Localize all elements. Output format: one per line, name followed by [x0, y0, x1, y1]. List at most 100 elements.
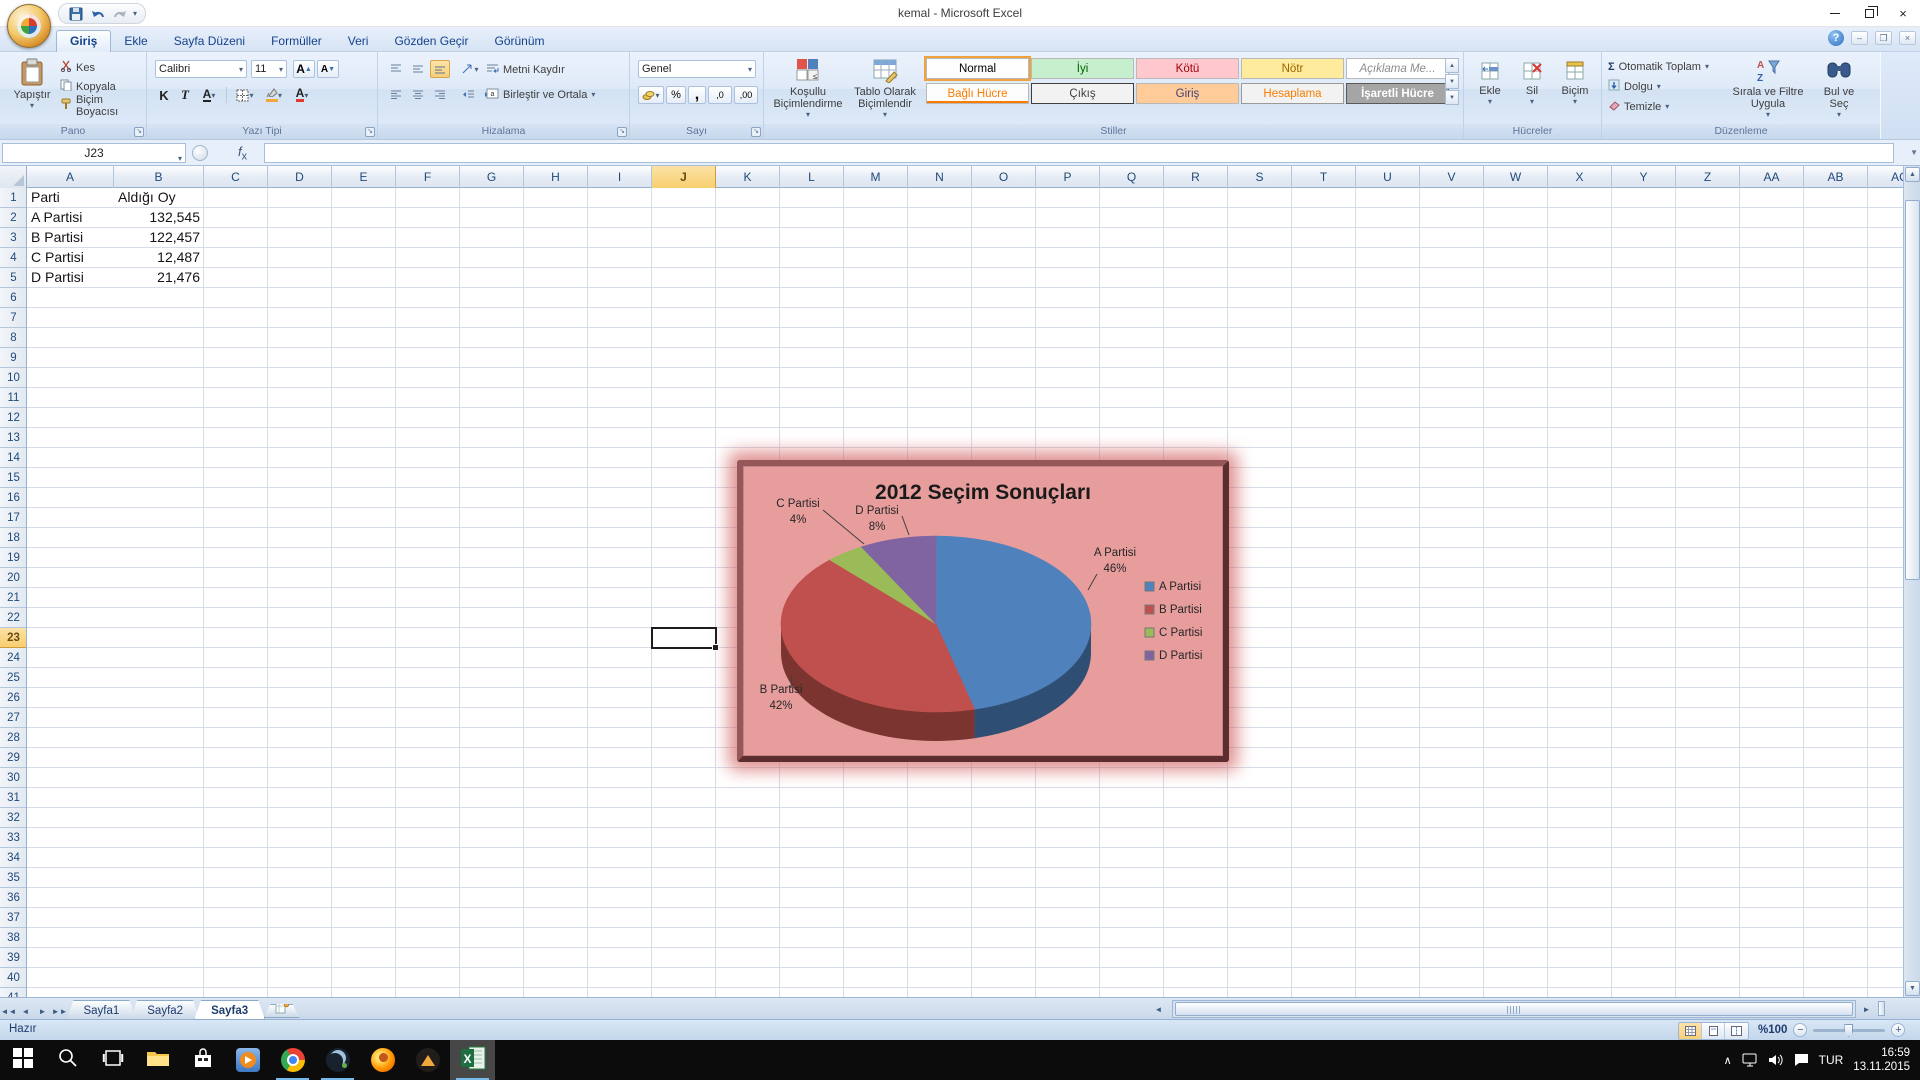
data-cell-A3[interactable]: B Partisi	[27, 228, 114, 248]
taskbar-icon-store[interactable]	[180, 1040, 225, 1080]
vertical-scroll-thumb[interactable]	[1905, 200, 1920, 580]
column-header-D[interactable]: D	[268, 166, 332, 188]
column-header-C[interactable]: C	[204, 166, 268, 188]
borders-button[interactable]: ▾	[232, 86, 258, 104]
row-header-15[interactable]: 15	[0, 468, 27, 488]
column-header-N[interactable]: N	[908, 166, 972, 188]
column-header-Z[interactable]: Z	[1676, 166, 1740, 188]
cell-style-5[interactable]: Açıklama Me...	[1346, 58, 1449, 79]
comma-style-button[interactable]: ,	[688, 86, 706, 104]
language-indicator[interactable]: TUR	[1819, 1053, 1844, 1067]
align-bottom-button[interactable]	[430, 60, 450, 78]
row-header-37[interactable]: 37	[0, 908, 27, 928]
row-header-25[interactable]: 25	[0, 668, 27, 688]
last-sheet-button[interactable]: ►►	[51, 1003, 68, 1021]
hscroll-right-icon[interactable]: ►	[1858, 1000, 1875, 1018]
shrink-font-button[interactable]: A▼	[317, 60, 339, 78]
percent-style-button[interactable]: %	[666, 86, 686, 104]
insert-cells-button[interactable]: Ekle▾	[1470, 60, 1510, 106]
select-all-corner[interactable]	[0, 166, 27, 188]
row-header-6[interactable]: 6	[0, 288, 27, 308]
font-size-select[interactable]: 11▾	[251, 60, 287, 78]
selected-cell-J23[interactable]	[651, 627, 717, 649]
name-box[interactable]: J23▾	[2, 143, 186, 163]
column-header-K[interactable]: K	[716, 166, 780, 188]
grid-cells[interactable]: PartiAldığı OyA Partisi132,545B Partisi1…	[27, 188, 1920, 997]
restore-button[interactable]	[1852, 0, 1886, 27]
row-header-20[interactable]: 20	[0, 568, 27, 588]
sort-filter-button[interactable]: AZ Sırala ve Filtre Uygula▾	[1730, 57, 1806, 119]
taskbar-icon-excel[interactable]: X	[450, 1040, 495, 1080]
row-header-9[interactable]: 9	[0, 348, 27, 368]
taskbar-icon-firefox[interactable]	[360, 1040, 405, 1080]
column-header-M[interactable]: M	[844, 166, 908, 188]
row-header-31[interactable]: 31	[0, 788, 27, 808]
gallery-up-icon[interactable]: ▲	[1445, 58, 1459, 73]
cell-style-1[interactable]: Normal	[926, 58, 1029, 79]
yazi-tipi-dialog-launcher[interactable]: ↘	[365, 127, 375, 137]
data-cell-A2[interactable]: A Partisi	[27, 208, 114, 228]
row-header-26[interactable]: 26	[0, 688, 27, 708]
column-header-F[interactable]: F	[396, 166, 460, 188]
data-cell-A5[interactable]: D Partisi	[27, 268, 114, 288]
column-header-H[interactable]: H	[524, 166, 588, 188]
data-cell-B5[interactable]: 21,476	[114, 268, 204, 288]
row-header-14[interactable]: 14	[0, 448, 27, 468]
row-header-21[interactable]: 21	[0, 588, 27, 608]
volume-icon[interactable]	[1768, 1053, 1784, 1067]
column-header-J[interactable]: J	[652, 166, 716, 188]
cell-style-10[interactable]: İşaretli Hücre	[1346, 83, 1449, 104]
row-header-27[interactable]: 27	[0, 708, 27, 728]
row-header-36[interactable]: 36	[0, 888, 27, 908]
action-center-icon[interactable]	[1794, 1053, 1809, 1067]
column-header-AA[interactable]: AA	[1740, 166, 1804, 188]
column-header-E[interactable]: E	[332, 166, 396, 188]
row-header-38[interactable]: 38	[0, 928, 27, 948]
increase-decimal-button[interactable]: ,0	[708, 86, 732, 104]
network-icon[interactable]	[1742, 1053, 1758, 1067]
horizontal-scrollbar[interactable]	[1172, 1000, 1856, 1018]
row-header-32[interactable]: 32	[0, 808, 27, 828]
zoom-out-icon[interactable]: −	[1793, 1023, 1807, 1037]
zoom-level[interactable]: %100	[1758, 1024, 1787, 1036]
row-header-11[interactable]: 11	[0, 388, 27, 408]
taskbar-icon-search[interactable]	[45, 1040, 90, 1080]
cell-style-9[interactable]: Hesaplama	[1241, 83, 1344, 104]
row-header-35[interactable]: 35	[0, 868, 27, 888]
column-header-G[interactable]: G	[460, 166, 524, 188]
column-header-O[interactable]: O	[972, 166, 1036, 188]
align-left-button[interactable]	[386, 86, 406, 104]
align-right-button[interactable]	[430, 86, 450, 104]
conditional-formatting-button[interactable]: ≤ Koşullu Biçimlendirme▾	[772, 57, 844, 119]
format-cells-button[interactable]: Biçim▾	[1554, 60, 1596, 106]
help-icon[interactable]: ?	[1828, 30, 1844, 46]
zoom-slider-thumb[interactable]	[1844, 1024, 1853, 1037]
row-header-18[interactable]: 18	[0, 528, 27, 548]
column-header-I[interactable]: I	[588, 166, 652, 188]
orientation-button[interactable]: ▾	[458, 60, 482, 78]
taskbar-icon-file-explorer[interactable]	[135, 1040, 180, 1080]
gallery-more-icon[interactable]: ▼	[1445, 90, 1459, 105]
autosum-button[interactable]: ΣOtomatik Toplam▾	[1608, 58, 1709, 75]
row-header-19[interactable]: 19	[0, 548, 27, 568]
hizalama-dialog-launcher[interactable]: ↘	[617, 127, 627, 137]
wrap-text-button[interactable]: Metni Kaydır	[486, 61, 565, 78]
ribbon-tab-formüller[interactable]: Formüller	[258, 31, 335, 52]
taskbar-icon-daemon-tools[interactable]	[315, 1040, 360, 1080]
clock[interactable]: 16:5913.11.2015	[1853, 1046, 1910, 1074]
row-header-22[interactable]: 22	[0, 608, 27, 628]
column-header-W[interactable]: W	[1484, 166, 1548, 188]
cut-button[interactable]: Kes	[60, 59, 146, 76]
format-painter-button[interactable]: Biçim Boyacısı	[60, 97, 146, 114]
grow-font-button[interactable]: A▲	[293, 60, 315, 78]
row-header-34[interactable]: 34	[0, 848, 27, 868]
clear-button[interactable]: Temizle▾	[1608, 98, 1709, 115]
chart[interactable]: 2012 Seçim SonuçlarıA Partisi46%B Partis…	[737, 460, 1229, 762]
cell-style-4[interactable]: Nötr	[1241, 58, 1344, 79]
column-header-B[interactable]: B	[114, 166, 204, 188]
close-button[interactable]: ×	[1886, 0, 1920, 27]
minimize-button[interactable]	[1818, 0, 1852, 27]
row-header-12[interactable]: 12	[0, 408, 27, 428]
ribbon-tab-görünüm[interactable]: Görünüm	[481, 31, 557, 52]
page-layout-view-button[interactable]	[1702, 1023, 1725, 1039]
